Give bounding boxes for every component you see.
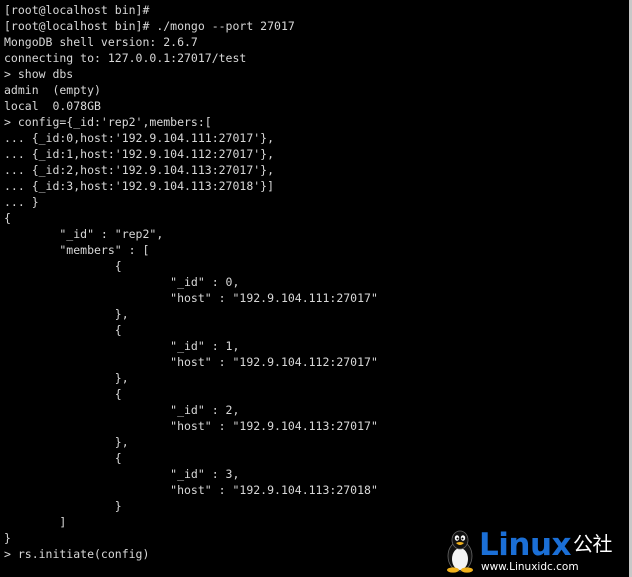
terminal-line: } <box>4 531 11 545</box>
terminal-line: ... {_id:2,host:'192.9.104.113:27017'}, <box>4 163 275 177</box>
terminal-line: }, <box>4 371 129 385</box>
terminal-line: "_id" : "rep2", <box>4 227 164 241</box>
terminal-line: { <box>4 387 122 401</box>
terminal-line: { <box>4 323 122 337</box>
terminal-line: "host" : "192.9.104.111:27017" <box>4 291 378 305</box>
terminal-line: "_id" : 2, <box>4 403 240 417</box>
brand-suffix: 公社 <box>573 532 613 556</box>
terminal-line: local 0.078GB <box>4 99 101 113</box>
terminal-line: MongoDB shell version: 2.6.7 <box>4 35 198 49</box>
terminal-prompt-line[interactable]: > rs.initiate(config) <box>4 546 378 562</box>
terminal-line: "_id" : 0, <box>4 275 240 289</box>
terminal-line: [root@localhost bin]# ./mongo --port 270… <box>4 19 295 33</box>
terminal-line: "host" : "192.9.104.113:27017" <box>4 419 378 433</box>
terminal-line: "host" : "192.9.104.113:27018" <box>4 483 378 497</box>
terminal-window[interactable]: [root@localhost bin]# [root@localhost bi… <box>0 0 632 577</box>
terminal-line: } <box>4 499 122 513</box>
terminal-line: "members" : [ <box>4 243 150 257</box>
linuxidc-watermark: Linux 公社 www.Linuxidc.com <box>443 527 623 575</box>
terminal-line: }, <box>4 307 129 321</box>
brand-url: www.Linuxidc.com <box>481 561 579 573</box>
command-text: > rs.initiate(config) <box>4 547 150 561</box>
terminal-line: "host" : "192.9.104.112:27017" <box>4 355 378 369</box>
terminal-output: [root@localhost bin]# [root@localhost bi… <box>4 2 378 562</box>
terminal-line: "_id" : 3, <box>4 467 240 481</box>
terminal-line: { <box>4 259 122 273</box>
terminal-line: ... {_id:0,host:'192.9.104.111:27017'}, <box>4 131 275 145</box>
terminal-line: connecting to: 127.0.0.1:27017/test <box>4 51 247 65</box>
terminal-line: > show dbs <box>4 67 74 81</box>
terminal-line: { <box>4 451 122 465</box>
terminal-line: { <box>4 211 11 225</box>
terminal-line: ] <box>4 515 67 529</box>
terminal-line: [root@localhost bin]# <box>4 3 150 17</box>
brand-title: Linux 公社 <box>479 525 613 564</box>
terminal-line: admin (empty) <box>4 83 101 97</box>
terminal-line: ... {_id:3,host:'192.9.104.113:27018'}] <box>4 179 275 193</box>
brand-name: Linux <box>479 527 572 563</box>
tux-penguin-icon <box>447 530 473 573</box>
terminal-line: > config={_id:'rep2',members:[ <box>4 115 212 129</box>
terminal-line: }, <box>4 435 129 449</box>
terminal-line: ... {_id:1,host:'192.9.104.112:27017'}, <box>4 147 275 161</box>
terminal-line: "_id" : 1, <box>4 339 240 353</box>
terminal-line: ... } <box>4 195 39 209</box>
